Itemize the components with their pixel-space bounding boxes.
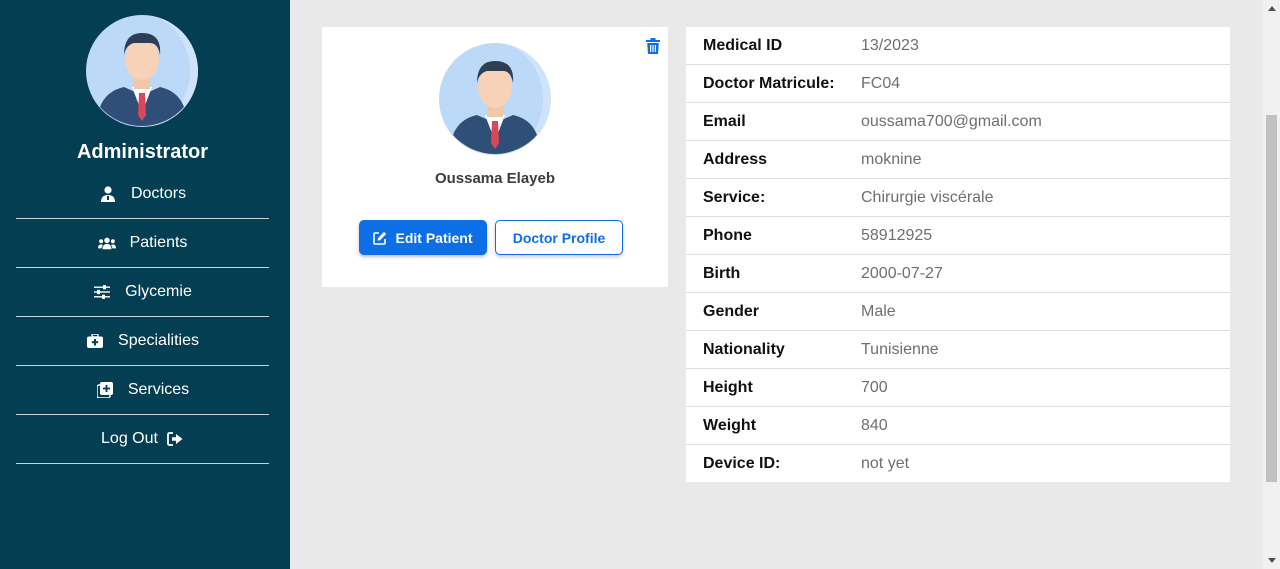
detail-row-height: Height 700 [686, 369, 1230, 407]
avatar [86, 15, 198, 127]
detail-key: Weight [703, 416, 757, 434]
edit-icon [373, 231, 387, 245]
sliders-icon [93, 283, 111, 301]
detail-row-gender: Gender Male [686, 293, 1230, 331]
avatar [439, 43, 551, 155]
sidebar-item-specialities[interactable]: Specialities [16, 317, 269, 366]
user-role: Administrator [76, 141, 209, 163]
scroll-up-icon[interactable] [1263, 0, 1280, 17]
detail-value: 58912925 [861, 226, 933, 244]
detail-key: Email [703, 112, 746, 130]
profile-name: Oussama Elayeb [434, 170, 556, 187]
doctor-profile-button[interactable]: Doctor Profile [495, 220, 623, 255]
detail-row-service: Service: Chirurgie viscérale [686, 179, 1230, 217]
detail-row-device-id: Device ID: not yet [686, 445, 1230, 482]
sidebar-item-label: Services [127, 381, 190, 398]
trash-icon[interactable] [646, 38, 660, 54]
detail-key: Medical ID [703, 36, 783, 54]
detail-row-birth: Birth 2000-07-27 [686, 255, 1230, 293]
sidebar-item-services[interactable]: Services [16, 366, 269, 415]
logout-button[interactable]: Log Out [16, 415, 269, 464]
detail-row-nationality: Nationality Tunisienne [686, 331, 1230, 369]
detail-value: not yet [861, 454, 910, 472]
detail-key: Service: [703, 188, 766, 206]
sidebar: Administrator Doctors Patients Glycemie … [0, 0, 290, 569]
detail-value: Male [861, 302, 896, 320]
detail-value: oussama700@gmail.com [861, 112, 1042, 130]
medkit-icon [86, 332, 104, 350]
scrollbar-thumb[interactable] [1266, 115, 1277, 482]
detail-row-phone: Phone 58912925 [686, 217, 1230, 255]
detail-row-email: Email oussama700@gmail.com [686, 103, 1230, 141]
page-scrollbar[interactable] [1263, 0, 1280, 569]
plus-square-icon [96, 381, 114, 399]
detail-row-doctor-matricule: Doctor Matricule: FC04 [686, 65, 1230, 103]
users-icon [97, 234, 116, 252]
sidebar-item-label: Log Out [101, 430, 158, 447]
detail-value: Chirurgie viscérale [861, 188, 994, 206]
detail-row-weight: Weight 840 [686, 407, 1230, 445]
detail-value: FC04 [861, 74, 901, 92]
detail-value: 700 [861, 378, 888, 396]
detail-key: Doctor Matricule: [703, 74, 835, 92]
sidebar-item-doctors[interactable]: Doctors [16, 170, 269, 219]
scroll-down-icon[interactable] [1263, 552, 1280, 569]
sidebar-item-glycemie[interactable]: Glycemie [16, 268, 269, 317]
detail-key: Gender [703, 302, 760, 320]
sidebar-item-label: Specialities [118, 332, 199, 349]
sidebar-item-patients[interactable]: Patients [16, 219, 269, 268]
sidebar-item-label: Patients [129, 234, 188, 251]
doctor-profile-label: Doctor Profile [512, 229, 606, 246]
detail-key: Phone [703, 226, 752, 244]
detail-value: 840 [861, 416, 888, 434]
detail-value: 2000-07-27 [861, 264, 943, 282]
detail-value: 13/2023 [861, 36, 919, 54]
edit-patient-label: Edit Patient [395, 229, 473, 246]
sidebar-item-label: Glycemie [125, 283, 192, 300]
doctor-icon [99, 185, 117, 203]
detail-value: moknine [861, 150, 922, 168]
detail-row-address: Address moknine [686, 141, 1230, 179]
logout-icon [166, 430, 184, 448]
detail-key: Device ID: [703, 454, 781, 472]
detail-key: Nationality [703, 340, 785, 358]
details-table: Medical ID 13/2023 Doctor Matricule: FC04 … [686, 27, 1230, 482]
profile-card: Oussama Elayeb Edit Patient Doctor Profi… [322, 27, 668, 287]
sidebar-item-label: Doctors [130, 185, 187, 202]
detail-key: Birth [703, 264, 741, 282]
detail-key: Height [703, 378, 753, 396]
detail-row-medical-id: Medical ID 13/2023 [686, 27, 1230, 65]
detail-value: Tunisienne [861, 340, 939, 358]
edit-patient-button[interactable]: Edit Patient [359, 220, 487, 255]
detail-key: Address [703, 150, 768, 168]
